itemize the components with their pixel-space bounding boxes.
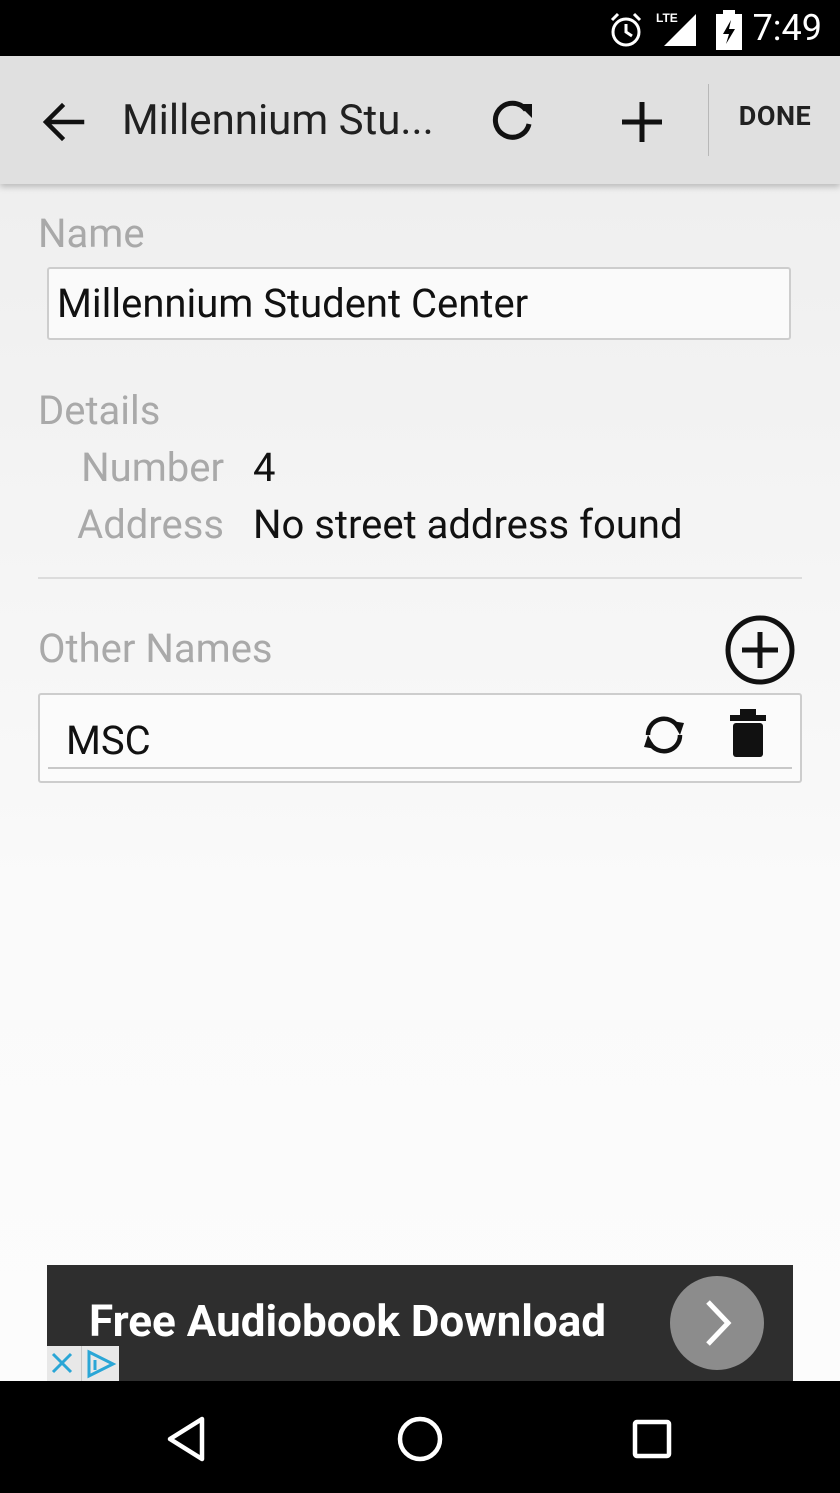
back-arrow-icon[interactable] [34, 92, 94, 152]
done-button[interactable]: DONE [722, 100, 828, 132]
svg-text:LTE: LTE [656, 11, 678, 25]
adchoices-icon [51, 1346, 117, 1381]
refresh-icon[interactable] [480, 90, 544, 154]
ad-text[interactable]: Free Audiobook Download [89, 1295, 606, 1347]
details-label: Details [38, 387, 161, 434]
lte-signal-icon: LTE [656, 11, 696, 46]
nav-home-icon[interactable] [390, 1409, 450, 1469]
other-name-row: MSC [38, 693, 802, 783]
ad-arrow-button[interactable] [670, 1276, 764, 1370]
ad-banner[interactable]: Free Audiobook Download [47, 1265, 793, 1381]
number-label: Number [81, 444, 224, 491]
battery-charging-icon [716, 10, 742, 50]
sync-icon[interactable] [638, 709, 690, 761]
other-names-label: Other Names [38, 625, 273, 672]
name-input[interactable] [49, 269, 789, 338]
nav-recents-icon[interactable] [622, 1409, 682, 1469]
page-title: Millennium Stu... [122, 96, 434, 145]
section-divider [38, 577, 802, 579]
add-icon[interactable] [610, 90, 674, 154]
name-field[interactable] [47, 267, 791, 340]
nav-back-icon[interactable] [156, 1409, 216, 1469]
adchoices[interactable] [47, 1346, 119, 1381]
toolbar-divider [708, 84, 709, 156]
add-other-name-button[interactable] [724, 614, 796, 686]
alarm-icon [610, 12, 642, 47]
address-label: Address [77, 501, 224, 548]
navigation-bar [0, 1381, 840, 1493]
clock: 7:49 [752, 7, 822, 49]
name-label: Name [38, 210, 145, 257]
address-value: No street address found [253, 501, 683, 548]
other-name-value[interactable]: MSC [66, 717, 151, 764]
toolbar: Millennium Stu... DONE [0, 56, 840, 184]
chevron-right-icon [706, 1300, 732, 1346]
number-value: 4 [253, 444, 276, 491]
delete-icon[interactable] [726, 707, 770, 759]
other-name-underline [48, 767, 792, 769]
status-bar: LTE 7:49 [0, 0, 840, 56]
